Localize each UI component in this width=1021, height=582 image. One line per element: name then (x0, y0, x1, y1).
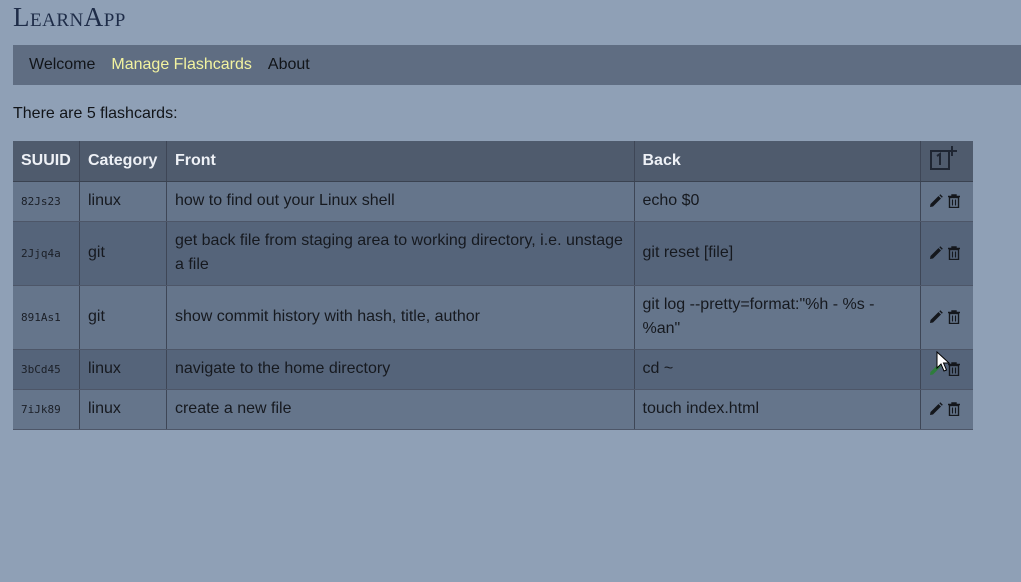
cell-back: echo $0 (634, 181, 921, 222)
cell-back: git log --pretty=format:"%h - %s - %an" (634, 285, 921, 350)
cell-suuid: 7iJk89 (13, 389, 80, 430)
trash-icon[interactable] (947, 246, 961, 260)
table-row: 3bCd45 linux navigate to the home direct… (13, 349, 973, 390)
cell-suuid: 2Jjq4a (13, 221, 80, 286)
cell-front: get back file from staging area to worki… (166, 221, 635, 286)
cell-suuid: 3bCd45 (13, 349, 80, 390)
nav-manage-flashcards[interactable]: Manage Flashcards (111, 56, 252, 74)
cell-category: linux (79, 349, 167, 390)
trash-icon[interactable] (947, 310, 961, 324)
table-row: 82Js23 linux how to find out your Linux … (13, 181, 973, 222)
flashcard-count: There are 5 flashcards: (13, 105, 178, 122)
cell-category: git (79, 285, 167, 350)
cell-actions (920, 221, 973, 286)
cell-suuid: 891As1 (13, 285, 80, 350)
app-title: LearnApp (13, 2, 126, 32)
cell-category: linux (79, 181, 167, 222)
cell-actions (920, 389, 973, 430)
table-row: 2Jjq4a git get back file from staging ar… (13, 221, 973, 286)
flashcards-table: SUUID Category Front Back 82Js23 linux h… (13, 141, 973, 430)
table-row: 891As1 git show commit history with hash… (13, 285, 973, 350)
cell-actions (920, 181, 973, 222)
cell-category: linux (79, 389, 167, 430)
cell-actions (920, 349, 973, 390)
pencil-icon[interactable] (929, 361, 943, 376)
header-actions (920, 141, 973, 182)
trash-icon[interactable] (947, 194, 961, 208)
cell-front: show commit history with hash, title, au… (166, 285, 635, 350)
cell-actions (920, 285, 973, 350)
table-header-row: SUUID Category Front Back (13, 141, 973, 182)
cell-back: touch index.html (634, 389, 921, 430)
pencil-icon[interactable] (929, 401, 943, 416)
header-front: Front (166, 141, 635, 182)
cell-back: cd ~ (634, 349, 921, 390)
cell-category: git (79, 221, 167, 286)
header-back: Back (634, 141, 921, 182)
pencil-icon[interactable] (929, 245, 943, 260)
main-navbar: Welcome Manage Flashcards About (13, 45, 1021, 85)
trash-icon[interactable] (947, 362, 961, 376)
cell-front: create a new file (166, 389, 635, 430)
trash-icon[interactable] (947, 402, 961, 416)
table-row: 7iJk89 linux create a new file touch ind… (13, 389, 973, 430)
nav-welcome[interactable]: Welcome (29, 56, 95, 74)
nav-about[interactable]: About (268, 56, 310, 74)
header-suuid: SUUID (13, 141, 80, 182)
add-card-icon[interactable] (929, 144, 957, 177)
cell-suuid: 82Js23 (13, 181, 80, 222)
cell-front: how to find out your Linux shell (166, 181, 635, 222)
pencil-icon[interactable] (929, 193, 943, 208)
cell-front: navigate to the home directory (166, 349, 635, 390)
cell-back: git reset [file] (634, 221, 921, 286)
header-category: Category (79, 141, 167, 182)
pencil-icon[interactable] (929, 309, 943, 324)
